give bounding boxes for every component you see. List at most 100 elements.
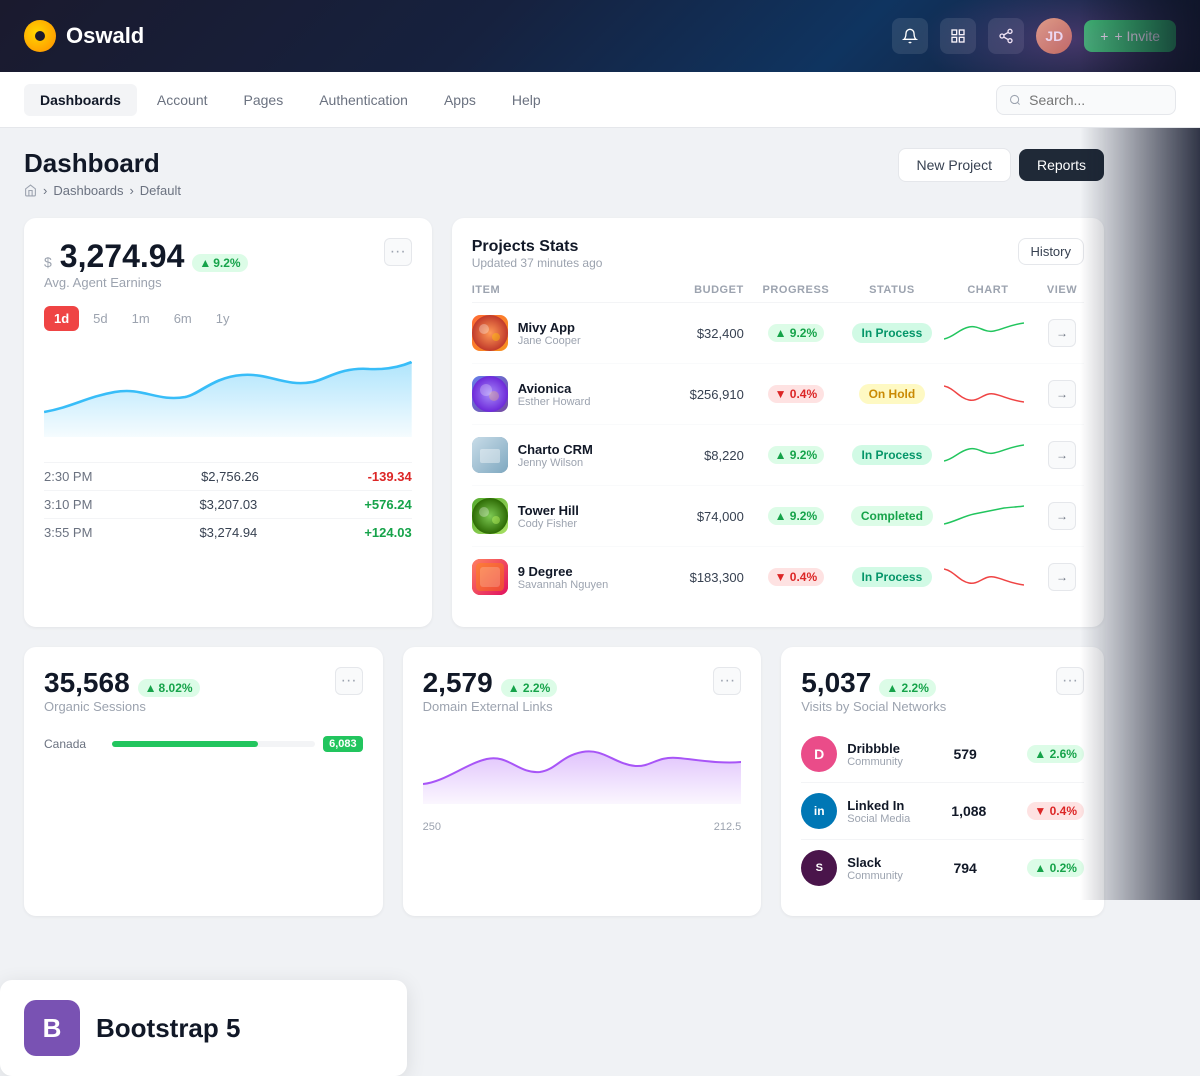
earnings-data-rows: 2:30 PM $2,756.26 -139.34 3:10 PM $3,207… [44,462,412,546]
row-val-0: $2,756.26 [201,469,259,484]
dribbble-change: ▲ 2.6% [1027,745,1084,763]
view-btn-1[interactable]: → [1048,380,1076,408]
links-chart-labels: 250 212.5 [423,821,742,833]
dribbble-type: Community [847,756,903,768]
slack-name: Slack [847,855,903,870]
project-author-4: Savannah Nguyen [518,579,609,591]
social-change: ▲ 2.2% [879,679,936,697]
budget-2: $8,220 [656,448,744,463]
linkedin-name: Linked In [847,798,910,813]
slack-type: Community [847,870,903,882]
table-row: Charto CRM Jenny Wilson $8,220 ▲ 9.2% In… [472,425,1084,486]
page-title: Dashboard [24,148,181,179]
search-input[interactable] [1029,92,1163,108]
progress-4: ▼ 0.4% [768,568,825,586]
history-button[interactable]: History [1018,238,1084,265]
earnings-more-button[interactable]: ··· [384,238,412,266]
nav-item-apps[interactable]: Apps [428,84,492,116]
social-more-button[interactable]: ··· [1056,667,1084,695]
search-icon [1009,93,1021,107]
project-name-4: 9 Degree [518,564,609,579]
row-change-0: -139.34 [368,469,412,484]
home-icon [24,184,37,197]
status-0: In Process [852,323,933,343]
layout-button[interactable] [940,18,976,54]
nav-item-dashboards[interactable]: Dashboards [24,84,137,116]
reports-button[interactable]: Reports [1019,149,1104,181]
earnings-chart [44,347,412,437]
bootstrap-text: Bootstrap 5 [96,1013,240,1044]
table-header: ITEM BUDGET PROGRESS STATUS CHART VIEW [472,274,1084,303]
view-btn-0[interactable]: → [1048,319,1076,347]
share-button[interactable] [988,18,1024,54]
invite-label: + Invite [1114,28,1160,44]
data-row-1: 3:10 PM $3,207.03 +576.24 [44,490,412,518]
mini-chart-2 [944,441,1024,469]
filter-1y[interactable]: 1y [206,306,240,331]
nav-item-authentication[interactable]: Authentication [303,84,424,116]
view-btn-2[interactable]: → [1048,441,1076,469]
logo-icon [24,20,56,52]
filter-1m[interactable]: 1m [122,306,160,331]
status-1: On Hold [859,384,926,404]
filter-6m[interactable]: 6m [164,306,202,331]
row-val-1: $3,207.03 [199,497,257,512]
sessions-more-button[interactable]: ··· [335,667,363,695]
nav-item-pages[interactable]: Pages [228,84,300,116]
projects-title: Projects Stats [472,238,603,256]
up-arrow-icon: ▲ [199,256,211,270]
filter-1d[interactable]: 1d [44,306,79,331]
new-project-button[interactable]: New Project [898,148,1011,182]
search-bar[interactable] [996,85,1176,115]
nav-item-help[interactable]: Help [496,84,557,116]
project-author-1: Esther Howard [518,396,591,408]
bootstrap-banner: B Bootstrap 5 [0,980,407,1076]
projects-updated: Updated 37 minutes ago [472,256,603,270]
links-more-button[interactable]: ··· [713,667,741,695]
page-header: Dashboard › Dashboards › Default New Pro… [24,128,1104,198]
slack-count: 794 [953,860,976,876]
row-time-0: 2:30 PM [44,469,92,484]
budget-0: $32,400 [656,326,744,341]
mini-chart-3 [944,502,1024,530]
col-item: ITEM [472,284,648,296]
bar-label-canada: Canada [44,737,104,751]
bar-val-canada: 6,083 [323,736,363,752]
links-change: ▲ 2.2% [501,679,558,697]
budget-4: $183,300 [656,570,744,585]
invite-button[interactable]: + + Invite [1084,20,1176,52]
bar-item-canada: Canada 6,083 [44,736,363,752]
sessions-amount: 35,568 [44,667,130,699]
links-amount: 2,579 [423,667,493,699]
status-2: In Process [852,445,933,465]
budget-1: $256,910 [656,387,744,402]
slack-change: ▲ 0.2% [1027,859,1084,877]
project-name-0: Mivy App [518,320,581,335]
earnings-change-badge: ▲ 9.2% [192,254,247,272]
user-avatar[interactable]: JD [1036,18,1072,54]
sessions-change: ▲ 8.02% [138,679,200,697]
linkedin-type: Social Media [847,813,910,825]
notifications-button[interactable] [892,18,928,54]
bootstrap-icon: B [24,1000,80,1056]
links-chart [423,734,742,804]
breadcrumb: › Dashboards › Default [24,183,181,198]
social-item-dribbble: D Dribbble Community 579 ▲ 2.6% [801,726,1084,783]
data-row-2: 3:55 PM $3,274.94 +124.03 [44,518,412,546]
col-view: VIEW [1040,284,1084,296]
slack-icon: S [801,850,837,886]
breadcrumb-default: Default [140,183,181,198]
table-row: Tower Hill Cody Fisher $74,000 ▲ 9.2% Co… [472,486,1084,547]
mini-chart-4 [944,563,1024,591]
linkedin-icon: in [801,793,837,829]
nav-item-account[interactable]: Account [141,84,224,116]
social-label: Visits by Social Networks [801,699,946,714]
view-btn-4[interactable]: → [1048,563,1076,591]
status-4: In Process [852,567,933,587]
mini-chart-0 [944,319,1024,347]
filter-5d[interactable]: 5d [83,306,117,331]
view-btn-3[interactable]: → [1048,502,1076,530]
row-time-1: 3:10 PM [44,497,92,512]
earnings-amount: 3,274.94 [60,238,185,275]
earnings-card: $ 3,274.94 ▲ 9.2% Avg. Agent Earnings ··… [24,218,432,627]
